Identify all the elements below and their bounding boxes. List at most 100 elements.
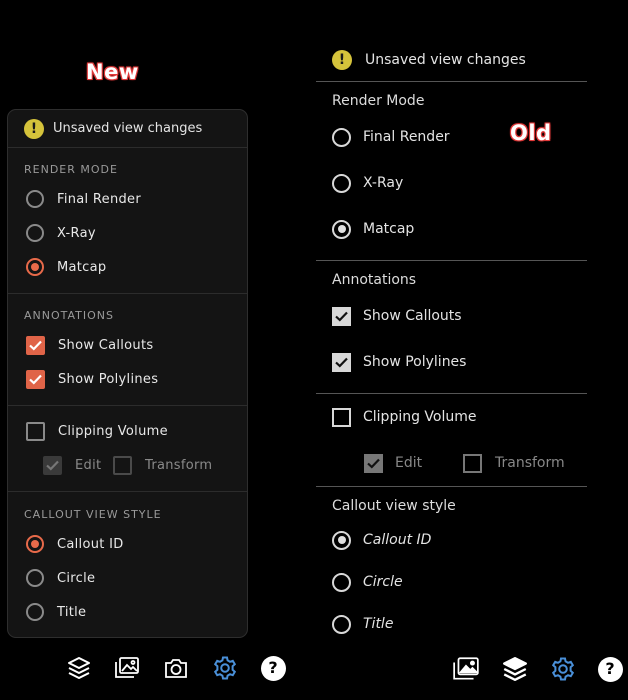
radio-circle[interactable]: Circle: [332, 571, 403, 593]
checkbox-edit[interactable]: Edit: [364, 452, 422, 474]
checkbox[interactable]: [26, 335, 45, 355]
radio-button[interactable]: [26, 603, 44, 621]
checkbox-show-polylines[interactable]: Show Polylines: [332, 351, 466, 373]
annotations-title: ANNOTATIONS: [24, 309, 115, 322]
checkbox-label: Show Callouts: [58, 337, 154, 353]
radio-button[interactable]: [26, 569, 44, 587]
radio-final-render[interactable]: Final Render: [26, 188, 141, 210]
gallery-icon[interactable]: [451, 654, 481, 684]
radio-label: Circle: [363, 574, 403, 590]
checkbox-clipping-volume[interactable]: Clipping Volume: [332, 406, 477, 428]
new-view-panel: ! Unsaved view changes RENDER MODE Final…: [7, 109, 248, 638]
checkbox-disabled[interactable]: [43, 455, 62, 475]
check-icon: [29, 374, 42, 385]
checkbox[interactable]: [26, 369, 45, 389]
radio-x-ray[interactable]: X-Ray: [26, 222, 96, 244]
checkbox-show-polylines[interactable]: Show Polylines: [26, 368, 158, 390]
checkbox[interactable]: [332, 407, 351, 427]
radio-label: Matcap: [57, 259, 107, 275]
checkbox-label: Transform: [495, 455, 565, 471]
divider: [8, 293, 247, 294]
radio-label: Final Render: [363, 129, 450, 145]
help-glyph: ?: [597, 656, 623, 682]
checkbox-label: Show Callouts: [363, 308, 462, 324]
layers-icon[interactable]: [64, 653, 94, 683]
radio-button[interactable]: [332, 614, 351, 634]
checkbox-disabled[interactable]: [113, 455, 132, 475]
warning-icon: !: [332, 50, 352, 70]
checkbox[interactable]: [26, 421, 45, 441]
radio-button[interactable]: [26, 190, 44, 208]
old-view-panel: ! Unsaved view changes Render Mode Final…: [316, 42, 587, 642]
radio-title[interactable]: Title: [332, 613, 393, 635]
gear-icon[interactable]: [548, 654, 578, 684]
radio-label: Title: [363, 616, 394, 632]
help-icon[interactable]: ?: [595, 654, 625, 684]
radio-button[interactable]: [332, 572, 351, 592]
annotations-title: Annotations: [332, 272, 417, 288]
radio-matcap[interactable]: Matcap: [332, 218, 414, 240]
warning-icon: !: [24, 119, 44, 139]
callout-view-style-title: Callout view style: [332, 498, 456, 514]
checkbox-show-callouts[interactable]: Show Callouts: [332, 305, 462, 327]
radio-callout-id[interactable]: Callout ID: [332, 529, 431, 551]
radio-button-selected[interactable]: [332, 219, 351, 239]
checkbox-edit[interactable]: Edit: [43, 454, 101, 476]
divider: [8, 147, 247, 148]
radio-button-selected[interactable]: [26, 258, 44, 276]
layers-icon[interactable]: [500, 654, 530, 684]
unsaved-changes-text: Unsaved view changes: [365, 52, 526, 68]
check-icon: [46, 460, 59, 471]
checkbox-disabled[interactable]: [463, 453, 482, 473]
radio-label: Callout ID: [57, 536, 124, 552]
checkbox-transform[interactable]: Transform: [113, 454, 212, 476]
check-icon: [29, 340, 42, 351]
divider: [316, 260, 587, 261]
checkbox[interactable]: [332, 352, 351, 372]
checkbox-label: Show Polylines: [58, 371, 159, 387]
camera-icon[interactable]: [161, 653, 191, 683]
callout-view-style-title: CALLOUT VIEW STYLE: [24, 508, 162, 521]
help-glyph: ?: [260, 655, 286, 681]
new-label: New: [86, 60, 139, 84]
radio-button-selected[interactable]: [26, 535, 44, 553]
divider: [316, 486, 587, 487]
check-icon: [367, 458, 380, 469]
checkbox-label: Clipping Volume: [58, 423, 168, 439]
radio-button[interactable]: [26, 224, 44, 242]
checkbox-label: Clipping Volume: [363, 409, 477, 425]
gallery-icon[interactable]: [112, 653, 142, 683]
radio-button-selected[interactable]: [332, 530, 351, 550]
checkbox-show-callouts[interactable]: Show Callouts: [26, 334, 153, 356]
divider: [316, 393, 587, 394]
check-icon: [335, 357, 348, 368]
radio-label: Title: [57, 604, 87, 620]
render-mode-title: Render Mode: [332, 93, 425, 109]
checkbox-disabled[interactable]: [364, 453, 383, 473]
checkbox-clipping-volume[interactable]: Clipping Volume: [26, 420, 168, 442]
radio-x-ray[interactable]: X-Ray: [332, 172, 403, 194]
radio-matcap[interactable]: Matcap: [26, 256, 106, 278]
radio-final-render[interactable]: Final Render: [332, 126, 450, 148]
radio-label: Callout ID: [363, 532, 432, 548]
checkbox-label: Transform: [145, 457, 213, 473]
radio-label: X-Ray: [57, 225, 96, 241]
checkbox[interactable]: [332, 306, 351, 326]
radio-button[interactable]: [332, 127, 351, 147]
radio-circle[interactable]: Circle: [26, 567, 95, 589]
gear-icon[interactable]: [210, 653, 240, 683]
radio-callout-id[interactable]: Callout ID: [26, 533, 124, 555]
unsaved-changes-text: Unsaved view changes: [53, 121, 203, 136]
checkbox-label: Edit: [75, 457, 102, 473]
render-mode-title: RENDER MODE: [24, 163, 118, 176]
checkbox-transform[interactable]: Transform: [463, 452, 565, 474]
checkbox-label: Show Polylines: [363, 354, 467, 370]
radio-label: Circle: [57, 570, 96, 586]
radio-button[interactable]: [332, 173, 351, 193]
help-icon[interactable]: ?: [258, 653, 288, 683]
checkbox-label: Edit: [395, 455, 423, 471]
radio-title[interactable]: Title: [26, 601, 86, 623]
divider: [316, 81, 587, 82]
check-icon: [335, 311, 348, 322]
divider: [8, 491, 247, 492]
